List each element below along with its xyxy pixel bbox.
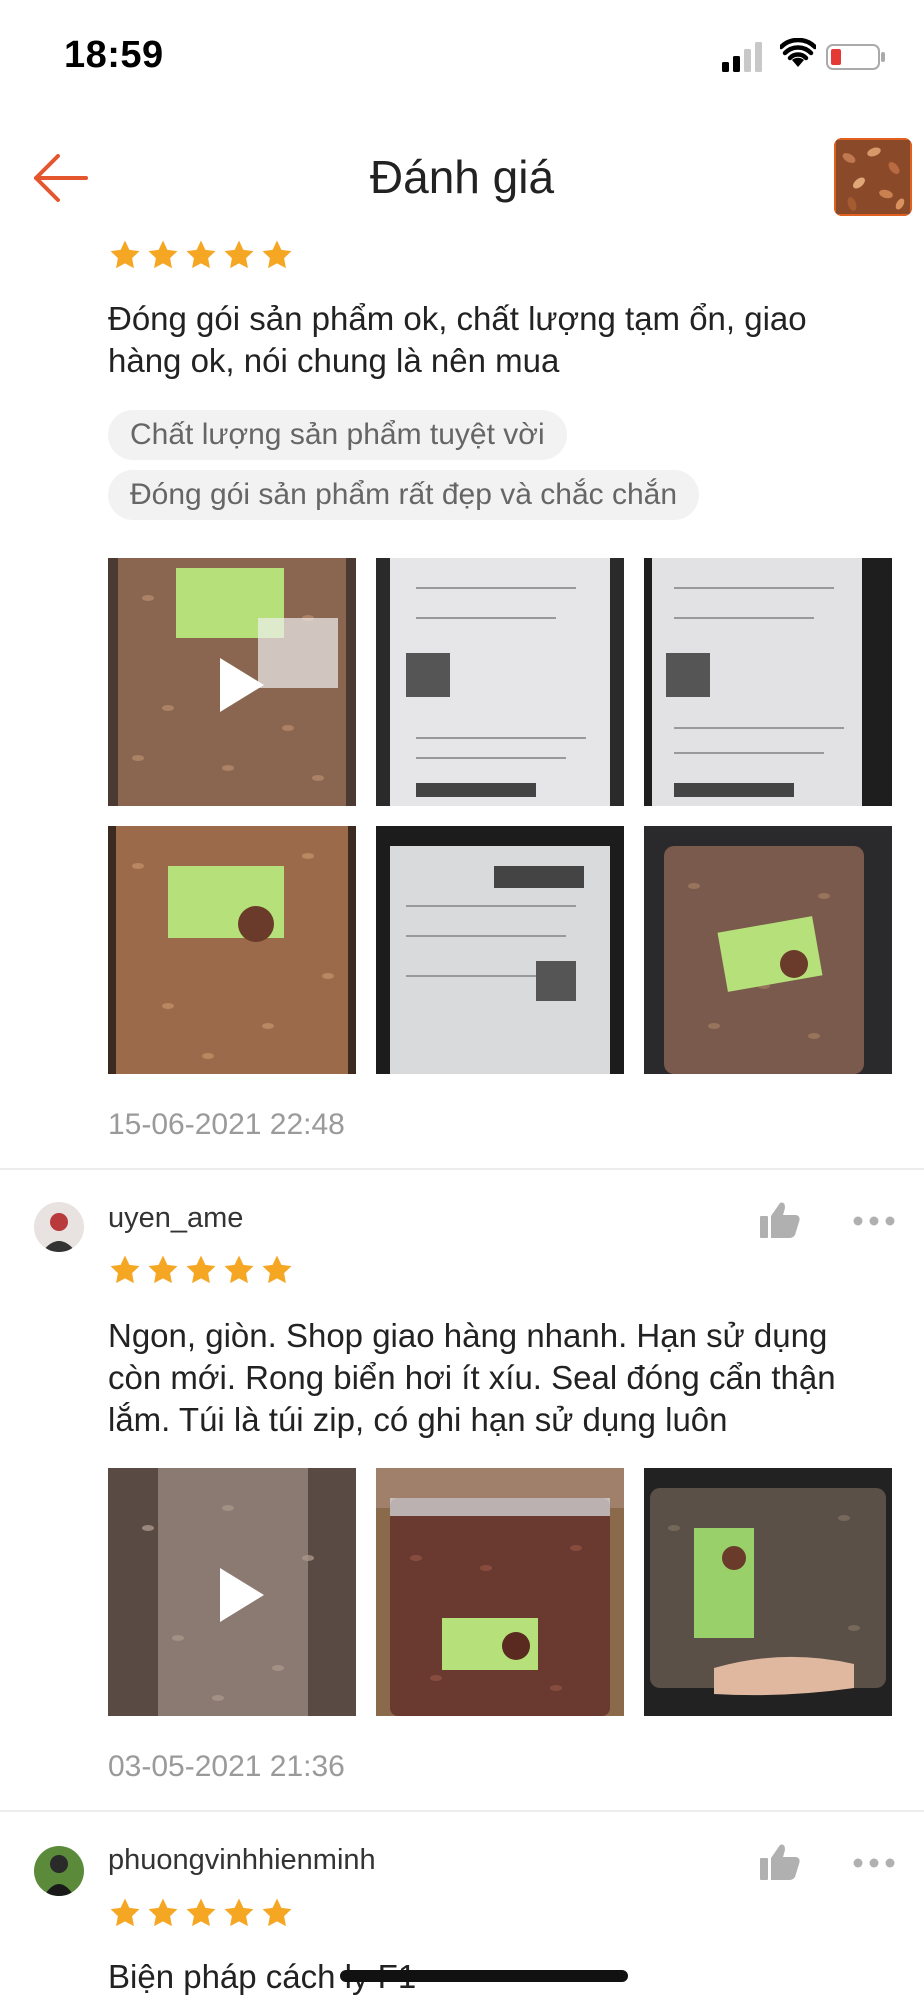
star-icon (110, 1898, 140, 1927)
home-indicator[interactable] (340, 1970, 628, 1982)
review-video-thumbnail[interactable] (108, 1468, 356, 1716)
star-icon (262, 1898, 292, 1927)
star-icon (186, 1898, 216, 1927)
cellular-signal-icon (722, 42, 762, 72)
avatar[interactable] (34, 1202, 84, 1252)
star-icon (186, 240, 216, 269)
wifi-icon (780, 38, 816, 67)
page-title: Đánh giá (369, 151, 555, 203)
review-username[interactable]: phuongvinhhienminh (108, 1844, 376, 1877)
review-photo[interactable] (644, 1468, 892, 1716)
like-icon[interactable] (758, 1842, 802, 1882)
review-photo[interactable] (376, 1468, 624, 1716)
avatar[interactable] (34, 1846, 84, 1896)
review-photo[interactable] (108, 826, 356, 1074)
status-time: 18:59 (64, 34, 164, 76)
review-username[interactable]: uyen_ame (108, 1202, 243, 1235)
battery-icon (826, 44, 885, 70)
review-tag: Chất lượng sản phẩm tuyệt vời (108, 410, 567, 460)
more-options-icon[interactable] (852, 1214, 896, 1228)
review-photo[interactable] (376, 558, 624, 806)
review-tag: Đóng gói sản phẩm rất đẹp và chắc chắn (108, 470, 700, 520)
star-icon (224, 240, 254, 269)
star-icon (148, 1255, 178, 1284)
play-icon (220, 1568, 264, 1622)
star-icon (262, 240, 292, 269)
review-photo[interactable] (376, 826, 624, 1074)
star-icon (224, 1255, 254, 1284)
star-icon (110, 240, 140, 269)
rating-stars (108, 1253, 294, 1287)
review-photo[interactable] (644, 826, 892, 1074)
divider (0, 1810, 924, 1812)
star-icon (186, 1255, 216, 1284)
review-photo[interactable] (644, 558, 892, 806)
review-video-thumbnail[interactable] (108, 558, 356, 806)
product-thumbnail[interactable] (834, 138, 912, 216)
star-icon (148, 1898, 178, 1927)
star-icon (262, 1255, 292, 1284)
star-icon (148, 240, 178, 269)
rating-stars (108, 1896, 294, 1930)
star-icon (110, 1255, 140, 1284)
divider (0, 1168, 924, 1170)
review-text: Ngon, giòn. Shop giao hàng nhanh. Hạn sử… (108, 1317, 836, 1438)
review-text: Đóng gói sản phẩm ok, chất lượng tạm ổn,… (108, 300, 807, 379)
review-date: 03-05-2021 21:36 (108, 1750, 345, 1783)
rating-stars (108, 238, 294, 272)
like-icon[interactable] (758, 1200, 802, 1240)
play-icon (220, 658, 264, 712)
more-options-icon[interactable] (852, 1856, 896, 1870)
review-date: 15-06-2021 22:48 (108, 1108, 345, 1141)
star-icon (224, 1898, 254, 1927)
